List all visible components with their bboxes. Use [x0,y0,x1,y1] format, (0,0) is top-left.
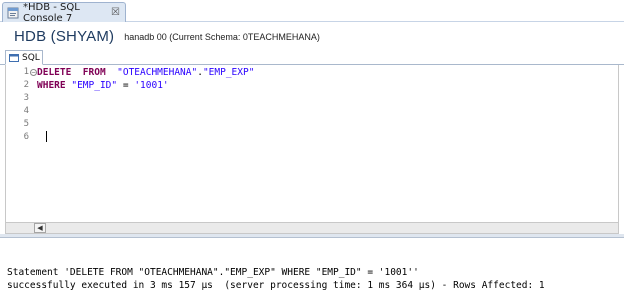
system-title: HDB (SHYAM) [14,28,115,45]
text-cursor [46,131,47,142]
code-line-2: WHERE "EMP_ID" = '1001' [37,79,169,92]
result-message-statement: Statement 'DELETE FROM "OTEACHMEHANA"."E… [7,267,419,278]
tab-sql-label: SQL [22,52,40,63]
sql-editor[interactable]: 1 − 2 3 4 5 6 DELETE FROM "OTEACHMEHANA"… [5,65,619,222]
string-literal: '1001' [134,80,169,91]
result-messages-panel: Statement 'DELETE FROM "OTEACHMEHANA"."E… [0,238,624,304]
line-number: 2 [23,80,29,90]
sql-console-icon [7,7,19,19]
keyword-delete: DELETE [37,67,72,78]
tab-sql[interactable]: SQL [5,50,43,65]
tab-title: *HDB - SQL Console 7 [23,1,80,24]
schema-identifier: "OTEACHMEHANA" [117,67,198,78]
equals-operator: = [122,80,129,91]
horizontal-scrollbar[interactable]: ◀ [5,222,619,234]
editor-subtabs: SQL [0,50,624,65]
console-header: HDB (SHYAM) hanadb 00 (Current Schema: 0… [0,23,624,50]
tab-sql-console-7[interactable]: *HDB - SQL Console 7 ☒ [2,1,126,24]
line-number: 5 [23,119,29,129]
line-number: 4 [23,106,29,116]
connection-info: hanadb 00 (Current Schema: 0TEACHMEHANA) [124,31,320,42]
code-line-1: DELETE FROM "OTEACHMEHANA"."EMP_EXP" [37,66,254,79]
keyword-from: FROM [82,67,106,78]
column-identifier: "EMP_ID" [71,80,118,91]
line-number: 6 [23,132,29,142]
line-number: 3 [23,93,29,103]
editor-tab-strip: *HDB - SQL Console 7 ☒ [0,0,624,24]
scroll-left-icon[interactable]: ◀ [34,223,46,233]
keyword-where: WHERE [37,80,66,91]
sql-icon [9,53,19,62]
line-number: 1 [23,67,29,77]
result-message-status: successfully executed in 3 ms 157 µs (se… [7,280,545,291]
table-identifier: "EMP_EXP" [202,67,255,78]
close-tab-icon[interactable]: ☒ [111,7,120,18]
fold-toggle-icon[interactable]: − [30,69,37,76]
line-number-gutter: 1 − 2 3 4 5 6 [6,65,37,222]
